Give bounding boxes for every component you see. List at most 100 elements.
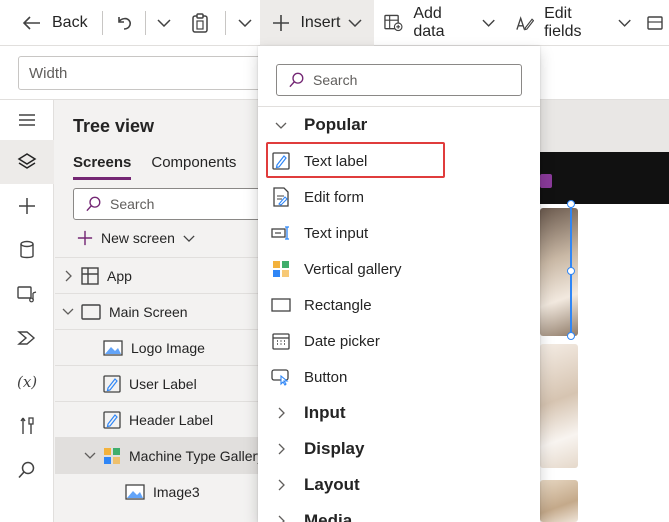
- menu-button[interactable]: [0, 100, 54, 140]
- text-label-highlight: [266, 142, 445, 178]
- new-screen-button[interactable]: New screen: [77, 230, 195, 246]
- chevron-down-icon[interactable]: [61, 308, 75, 315]
- tree-node-main-screen[interactable]: Main Screen: [55, 293, 270, 329]
- tree-node-user-label[interactable]: User Label: [55, 365, 270, 401]
- item-label: Date picker: [304, 332, 380, 350]
- item-label: Vertical gallery: [304, 260, 402, 278]
- tree-node-label: User Label: [129, 375, 197, 392]
- tree-node-header-label[interactable]: Header Label: [55, 401, 270, 437]
- item-label: Button: [304, 368, 348, 386]
- chevron-down-icon: [238, 18, 252, 27]
- section-display[interactable]: Display: [258, 431, 540, 467]
- insert-text-input[interactable]: Text input: [258, 215, 540, 251]
- tree-node-image3[interactable]: Image3: [55, 473, 270, 509]
- image-icon: [125, 483, 145, 500]
- edit-form-icon: [258, 187, 304, 207]
- back-arrow-icon: [22, 15, 40, 30]
- tree-view-title: Tree view: [73, 116, 155, 136]
- insert-menu-button[interactable]: Insert: [260, 0, 375, 46]
- back-button[interactable]: Back: [0, 0, 98, 46]
- insert-search-input[interactable]: Search: [276, 64, 522, 96]
- tree-node-label: Logo Image: [131, 339, 205, 356]
- tree-view-button[interactable]: [0, 140, 54, 184]
- undo-button[interactable]: [107, 0, 141, 46]
- tools-icon: [20, 417, 34, 434]
- undo-dropdown[interactable]: [149, 0, 179, 46]
- media-button[interactable]: [0, 272, 54, 316]
- section-label: Popular: [304, 115, 368, 134]
- divider: [101, 10, 103, 35]
- section-label: Input: [304, 403, 346, 422]
- tree-node-label: Machine Type Gallery: [129, 447, 265, 464]
- tree-node-logo-image[interactable]: Logo Image: [55, 329, 270, 365]
- tree-node-label: Image3: [153, 483, 200, 500]
- item-label: Text input: [304, 224, 369, 242]
- more-commands-button[interactable]: [641, 0, 669, 46]
- clipboard-icon: [192, 12, 209, 33]
- resize-handle[interactable]: [567, 200, 575, 208]
- item-label: Edit form: [304, 188, 365, 206]
- insert-rectangle[interactable]: Rectangle: [258, 287, 540, 323]
- grid-icon: [647, 15, 663, 30]
- tab-components[interactable]: Components: [151, 154, 236, 180]
- tree-node-machine-type-gallery[interactable]: Machine Type Gallery: [55, 437, 270, 473]
- variables-button[interactable]: (x): [0, 360, 54, 404]
- divider: [144, 10, 146, 35]
- power-automate-button[interactable]: [0, 316, 54, 360]
- divider: [225, 10, 227, 35]
- tree-view-panel: Tree view Screens Components Search New …: [55, 100, 273, 522]
- search-rail-button[interactable]: [0, 448, 54, 492]
- section-layout[interactable]: Layout: [258, 467, 540, 503]
- screen-icon: [81, 303, 101, 320]
- hamburger-icon: [19, 114, 35, 126]
- resize-handle[interactable]: [567, 267, 575, 275]
- media-icon: [17, 286, 37, 303]
- gallery-icon: [258, 260, 304, 278]
- edit-fields-button[interactable]: Edit fields: [505, 0, 641, 46]
- tab-screens[interactable]: Screens: [73, 154, 132, 180]
- insert-rail-button[interactable]: [0, 184, 54, 228]
- search-icon: [18, 461, 35, 479]
- plus-icon: [19, 198, 35, 214]
- svg-text:(x): (x): [17, 373, 37, 391]
- undo-icon: [117, 16, 131, 30]
- plus-icon: [273, 14, 290, 31]
- table-add-icon: [384, 14, 403, 31]
- advanced-tools-button[interactable]: [0, 404, 54, 448]
- section-media[interactable]: Media: [258, 503, 540, 522]
- chevron-down-icon: [348, 18, 362, 27]
- command-bar: Back Insert Add data Edit fields: [0, 0, 669, 46]
- tree-node-label: Main Screen: [109, 303, 188, 320]
- tree-tabs: Screens Components: [73, 154, 256, 180]
- section-popular[interactable]: Popular: [258, 107, 540, 143]
- plus-icon: [77, 230, 93, 246]
- tree-search-input[interactable]: Search: [73, 188, 273, 220]
- text-input-icon: [258, 225, 304, 241]
- screen-header-bar: [532, 152, 669, 204]
- chevron-right-icon[interactable]: [61, 270, 75, 282]
- paste-dropdown[interactable]: [230, 0, 260, 46]
- insert-button[interactable]: Button: [258, 359, 540, 395]
- gallery-icon: [103, 447, 121, 465]
- paste-button[interactable]: [179, 0, 221, 46]
- search-icon: [289, 72, 304, 88]
- tree-node-label: App: [107, 267, 132, 284]
- property-dropdown[interactable]: Width: [18, 56, 268, 90]
- button-icon: [258, 368, 304, 386]
- edit-fields-label: Edit fields: [544, 4, 582, 40]
- chevron-down-icon: [183, 234, 195, 242]
- insert-vertical-gallery[interactable]: Vertical gallery: [258, 251, 540, 287]
- left-rail: (x): [0, 100, 54, 522]
- resize-handle[interactable]: [567, 332, 575, 340]
- section-input[interactable]: Input: [258, 395, 540, 431]
- chevron-down-icon[interactable]: [83, 452, 97, 459]
- data-button[interactable]: [0, 228, 54, 272]
- chevron-right-icon: [258, 407, 304, 419]
- app-screen-preview[interactable]: [532, 152, 669, 522]
- add-data-button[interactable]: Add data: [374, 0, 505, 46]
- insert-date-picker[interactable]: Date picker: [258, 323, 540, 359]
- app-icon: [81, 266, 99, 285]
- chevron-down-icon: [258, 122, 304, 129]
- tree-node-app[interactable]: App: [55, 257, 270, 293]
- insert-edit-form[interactable]: Edit form: [258, 179, 540, 215]
